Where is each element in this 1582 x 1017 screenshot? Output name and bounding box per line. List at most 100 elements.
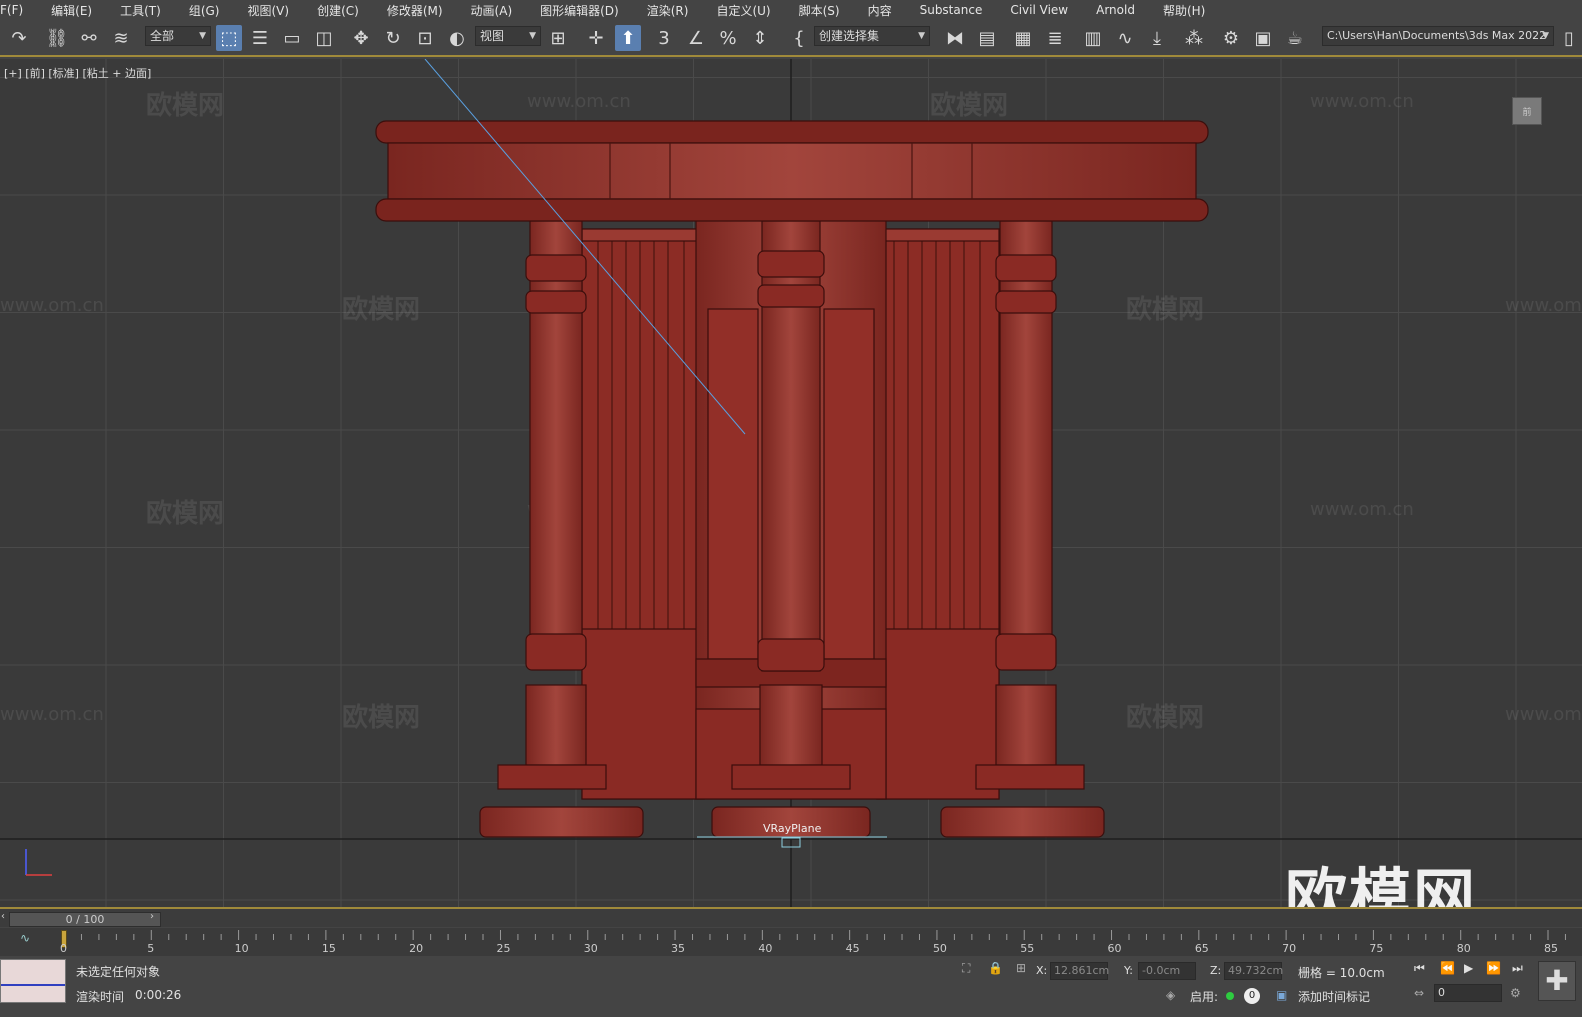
curve-editor-icon[interactable]: ∿ xyxy=(1112,25,1138,51)
tick-label: 65 xyxy=(1194,942,1209,955)
key-mode-icon[interactable]: ⇔ xyxy=(1414,986,1424,1000)
prev-key-icon[interactable]: ⏪ xyxy=(1440,961,1455,975)
next-frame-icon[interactable]: › xyxy=(150,911,154,922)
menu-item[interactable]: 创建(C) xyxy=(317,2,359,19)
go-to-start-icon[interactable]: ⏮ xyxy=(1414,961,1425,976)
menu-item[interactable]: Civil View xyxy=(1010,3,1068,17)
chevron-down-icon: ▼ xyxy=(529,31,536,41)
selection-filter-dropdown[interactable]: 全部 ▼ xyxy=(145,26,211,46)
menu-item[interactable]: 组(G) xyxy=(189,2,220,19)
link-icon[interactable]: ⛓ xyxy=(44,25,70,51)
viewcube-face-label: 前 xyxy=(1522,107,1532,118)
snap-toggle-icon[interactable]: 3 xyxy=(651,25,677,51)
prev-frame-icon[interactable]: ‹ xyxy=(1,911,5,922)
menu-bar: F(F) 编辑(E) 工具(T) 组(G) 视图(V) 创建(C) 修改器(M) 动画(A) 图… xyxy=(0,0,1582,20)
front-viewport[interactable]: [+] [前] [标准] [粘土 + 边面] 欧模网 www.om.cn 欧模网… xyxy=(0,59,1582,907)
unlink-icon[interactable]: ⚯ xyxy=(76,25,102,51)
menu-item[interactable]: Arnold xyxy=(1096,3,1135,17)
menu-item[interactable]: 自定义(U) xyxy=(716,2,770,19)
track-bar[interactable]: ∿ 0 5 10 15 20 25 30 35 40 45 50 55 60 65 70 75 80 85 xyxy=(0,928,1582,956)
select-by-name-icon[interactable]: ☰ xyxy=(247,25,273,51)
rect-region-icon[interactable]: ▭ xyxy=(279,25,305,51)
render-time-label: 渲染时间 xyxy=(76,990,125,1004)
menu-item[interactable]: 内容 xyxy=(868,2,892,19)
scale-icon[interactable]: ⊡ xyxy=(412,25,438,51)
viewport-nav-plus-icon[interactable]: ✚ xyxy=(1538,961,1576,1001)
mirror-icon[interactable]: ⧓ xyxy=(942,25,968,51)
scene-canvas xyxy=(0,59,1582,907)
tick-label: 70 xyxy=(1282,942,1297,955)
render-time-value: 0:00:26 xyxy=(135,988,182,1002)
ribbon-toggle-icon[interactable]: ▥ xyxy=(1080,25,1106,51)
select-object-icon[interactable]: ⬚ xyxy=(216,25,242,51)
tick-label: 55 xyxy=(1020,942,1035,955)
project-path-field[interactable]: C:\Users\Han\Documents\3ds Max 2022 ▼ xyxy=(1322,26,1554,46)
tick-label: 0 xyxy=(60,942,67,955)
current-frame-field[interactable]: 0 xyxy=(1434,984,1502,1002)
percent-snap-icon[interactable]: % xyxy=(715,25,741,51)
spinner-snap-icon[interactable]: ⇕ xyxy=(747,25,773,51)
rendered-frame-window-icon[interactable]: ▣ xyxy=(1250,25,1276,51)
x-label: X: xyxy=(1036,964,1048,977)
window-crossing-icon[interactable]: ◫ xyxy=(311,25,337,51)
align-icon[interactable]: ▤ xyxy=(974,25,1000,51)
y-coord-field[interactable]: -0.0cm xyxy=(1138,962,1196,980)
render-setup-icon[interactable]: ⚙ xyxy=(1218,25,1244,51)
project-folder-icon[interactable]: ▯ xyxy=(1556,25,1582,51)
tick-label: 20 xyxy=(409,942,424,955)
scene-explorer-icon[interactable]: ▦ xyxy=(1010,25,1036,51)
bind-spacewarp-icon[interactable]: ≋ xyxy=(108,25,134,51)
viewcube[interactable]: 前 xyxy=(1512,97,1542,125)
enable-count-badge[interactable]: 0 xyxy=(1244,988,1260,1004)
render-production-icon[interactable]: ☕ xyxy=(1282,25,1308,51)
x-coord-field[interactable]: 12.861cm xyxy=(1050,962,1109,980)
menu-item[interactable]: 编辑(E) xyxy=(51,2,92,19)
select-manipulate-icon[interactable]: ✛ xyxy=(583,25,609,51)
menu-item[interactable]: 帮助(H) xyxy=(1163,2,1205,19)
named-selection-set-dropdown[interactable]: 创建选择集 ▼ xyxy=(814,26,930,46)
maxscript-listener-mini[interactable] xyxy=(0,959,66,1003)
next-key-icon[interactable]: ⏩ xyxy=(1486,961,1501,975)
angle-snap-icon[interactable]: ∠ xyxy=(683,25,709,51)
move-icon[interactable]: ✥ xyxy=(348,25,374,51)
table-model[interactable] xyxy=(375,120,1209,838)
menu-item[interactable]: 动画(A) xyxy=(471,2,513,19)
adaptive-degradation-icon[interactable]: ◈ xyxy=(1166,988,1175,1002)
material-editor-icon[interactable]: ⁂ xyxy=(1181,25,1207,51)
edit-named-selection-icon[interactable]: { xyxy=(786,25,812,51)
3ds-max-window: F(F) 编辑(E) 工具(T) 组(G) 视图(V) 创建(C) 修改器(M) 动画(A) 图… xyxy=(0,0,1582,1017)
tick-label: 10 xyxy=(234,942,249,955)
isolate-selection-icon[interactable]: ⛶ xyxy=(962,961,970,976)
rotate-icon[interactable]: ↻ xyxy=(380,25,406,51)
tick-label: 30 xyxy=(583,942,598,955)
play-icon[interactable]: ▶ xyxy=(1464,961,1473,975)
keyboard-shortcut-toggle-icon[interactable]: ⬆ xyxy=(615,25,641,51)
absolute-mode-icon[interactable]: ⊞ xyxy=(1016,961,1026,975)
go-to-end-icon[interactable]: ⏭ xyxy=(1512,961,1523,976)
time-slider[interactable]: 0 / 100 xyxy=(9,912,161,927)
menu-item[interactable]: 脚本(S) xyxy=(799,2,840,19)
reference-coord-dropdown[interactable]: 视图 ▼ xyxy=(475,26,541,46)
redo-icon[interactable]: ↷ xyxy=(6,25,32,51)
menu-item[interactable]: 修改器(M) xyxy=(387,2,443,19)
vray-plane-label: VRayPlane xyxy=(763,822,822,835)
menu-item[interactable]: 渲染(R) xyxy=(647,2,689,19)
lock-icon[interactable]: 🔒 xyxy=(988,961,1003,975)
menu-item[interactable]: 视图(V) xyxy=(248,2,290,19)
pivot-center-icon[interactable]: ⊞ xyxy=(545,25,571,51)
tick-label: 45 xyxy=(845,942,860,955)
tick-label: 40 xyxy=(758,942,773,955)
menu-item[interactable]: F(F) xyxy=(0,3,23,17)
time-config-icon[interactable]: ⚙ xyxy=(1510,986,1521,1000)
schematic-view-icon[interactable]: ⤓ xyxy=(1144,25,1170,51)
menu-item[interactable]: 工具(T) xyxy=(120,2,161,19)
add-time-tag-button[interactable]: 添加时间标记 xyxy=(1298,988,1370,1005)
z-coord-field[interactable]: 49.732cm xyxy=(1224,962,1283,980)
layer-explorer-icon[interactable]: ≣ xyxy=(1042,25,1068,51)
brand-watermark: 欧模网 xyxy=(1284,861,1477,907)
menu-item[interactable]: 图形编辑器(D) xyxy=(540,2,619,19)
place-icon[interactable]: ◐ xyxy=(444,25,470,51)
chevron-down-icon: ▼ xyxy=(1542,31,1549,41)
menu-item[interactable]: Substance xyxy=(920,3,983,17)
time-tag-icon[interactable]: ▣ xyxy=(1276,988,1287,1002)
